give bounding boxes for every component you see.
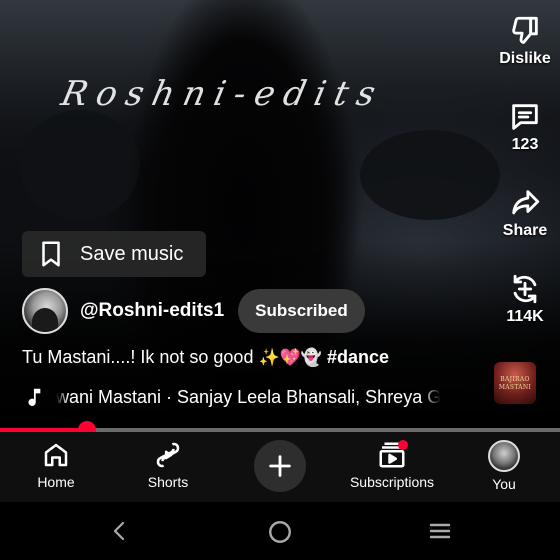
profile-avatar xyxy=(488,440,520,472)
channel-row: @Roshni-edits1 Subscribed xyxy=(22,288,365,334)
music-track-row[interactable]: wani Mastani · Sanjay Leela Bhansali, Sh… xyxy=(22,382,472,412)
nav-shorts-label: Shorts xyxy=(147,474,189,490)
music-note-icon xyxy=(28,388,41,406)
shorts-icon xyxy=(156,442,180,468)
music-track-title: wani Mastani · Sanjay Leela Bhansali, Sh… xyxy=(56,386,442,407)
nav-shorts[interactable]: Shorts xyxy=(112,440,224,490)
remix-count: 114K xyxy=(506,308,544,325)
bottom-nav: Home Shorts Subscriptions You xyxy=(0,432,560,502)
dislike-icon xyxy=(512,16,538,44)
album-art-line-2: MASTANI xyxy=(498,384,532,391)
nav-subscriptions-label: Subscriptions xyxy=(349,474,435,490)
video-caption[interactable]: Tu Mastani....! Ik not so good ✨💖👻 #danc… xyxy=(22,347,389,368)
home-circle-icon[interactable] xyxy=(267,519,293,545)
video-tree xyxy=(360,130,500,220)
nav-home-label: Home xyxy=(37,474,75,490)
share-button[interactable]: Share xyxy=(490,186,560,240)
back-icon[interactable] xyxy=(108,519,132,543)
share-icon xyxy=(512,190,540,215)
dislike-button[interactable]: Dislike xyxy=(490,14,560,68)
channel-handle[interactable]: @Roshni-edits1 xyxy=(80,300,224,322)
nav-you[interactable]: You xyxy=(448,440,560,492)
create-plus-icon xyxy=(269,455,291,477)
bookmark-icon xyxy=(42,241,60,267)
dislike-label: Dislike xyxy=(499,50,551,67)
nav-home[interactable]: Home xyxy=(0,440,112,490)
album-art-thumbnail[interactable]: BAJIRAO MASTANI xyxy=(494,362,536,404)
nav-subscriptions[interactable]: Subscriptions xyxy=(336,440,448,490)
remix-icon xyxy=(513,274,537,304)
home-icon xyxy=(44,443,68,467)
share-label: Share xyxy=(502,222,548,239)
hashtag-link[interactable]: #dance xyxy=(327,347,389,367)
save-music-label: Save music xyxy=(80,242,184,265)
channel-avatar[interactable] xyxy=(22,288,68,334)
album-art-line-1: BAJIRAO xyxy=(500,376,530,383)
video-watermark: Roshni-edits xyxy=(57,74,388,114)
comments-button[interactable]: 123 xyxy=(490,100,560,154)
save-music-button[interactable]: Save music xyxy=(22,231,206,277)
notification-dot xyxy=(398,440,408,450)
recents-menu-icon[interactable] xyxy=(426,519,454,543)
nav-you-label: You xyxy=(492,476,516,492)
comment-icon xyxy=(512,104,538,130)
caption-emojis: ✨💖👻 xyxy=(258,348,322,368)
create-button[interactable] xyxy=(254,440,306,492)
subscribed-button[interactable]: Subscribed xyxy=(238,289,365,333)
remix-button[interactable]: 114K xyxy=(490,272,560,326)
system-nav-bar xyxy=(0,502,560,560)
caption-text: Tu Mastani....! Ik not so good xyxy=(22,347,254,367)
comments-count: 123 xyxy=(511,136,539,153)
